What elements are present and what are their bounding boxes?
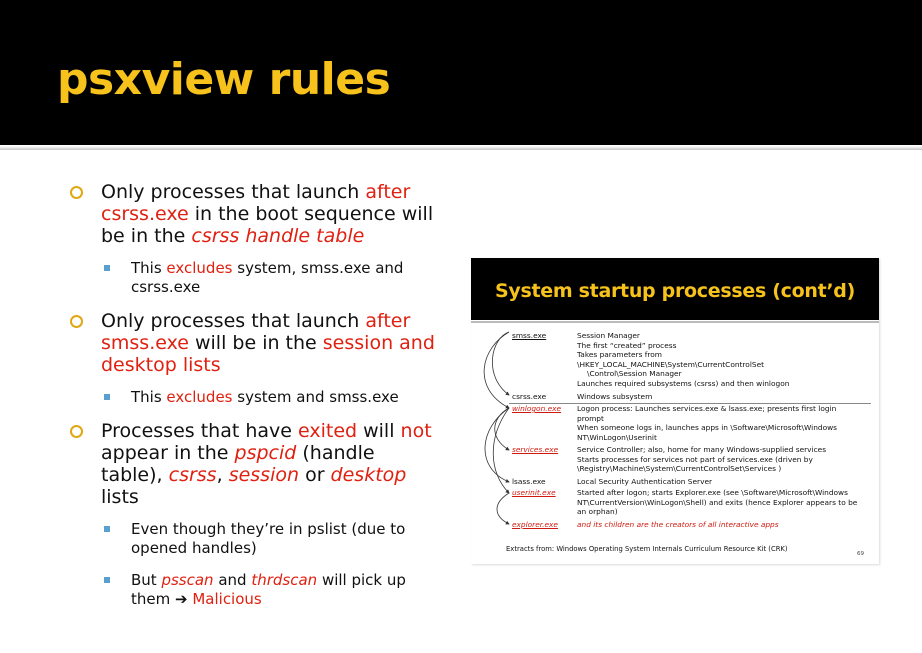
process-name: winlogon.exe <box>512 404 562 413</box>
bullet-csrss: Only processes that launch after csrss.e… <box>70 181 440 247</box>
bullet-text: This <box>131 259 167 277</box>
bullet-exited: Processes that have exited will not appe… <box>70 420 440 508</box>
process-description: Service Controller; also, home for many … <box>577 445 872 474</box>
bullet-highlight: smss.exe <box>101 332 189 354</box>
arrow-right-icon: ➔ <box>175 590 188 608</box>
bullet-highlight: excludes <box>166 388 233 406</box>
bullet-highlight: pspcid <box>234 442 297 464</box>
bullet-highlight: psscan <box>161 571 214 589</box>
process-name: explorer.exe <box>512 520 558 529</box>
process-description: and its children are the creators of all… <box>577 520 872 530</box>
bullet-text: Even though they’re in pslist (due to op… <box>131 520 406 557</box>
description-line: \Control\Session Manager <box>587 369 682 379</box>
process-name: userinit.exe <box>512 488 556 497</box>
process-name: csrss.exe <box>512 392 547 401</box>
description-line: Windows subsystem <box>577 392 653 401</box>
bullet-text: will be in the <box>188 332 323 354</box>
bullet-highlight: session <box>228 464 300 486</box>
description-line: The first “created” process <box>577 340 677 350</box>
bullet-highlight: not <box>400 420 432 442</box>
description-line: Local Security Authentication Server <box>577 477 713 486</box>
bullet-text: But <box>131 571 162 589</box>
description-line: prompt <box>577 413 604 423</box>
bullet-highlight: after <box>365 310 411 332</box>
description-line: Service Controller; also, home for many … <box>577 445 827 454</box>
process-description: Windows subsystem <box>577 392 872 402</box>
bullet-highlight: excludes <box>166 259 233 277</box>
subbullet-pslist: Even though they’re in pslist (due to op… <box>70 520 440 558</box>
square-bullet-icon <box>104 265 110 271</box>
bullet-highlight: csrss.exe <box>101 203 189 225</box>
description-line: and its children are the creators of all… <box>577 520 779 529</box>
title-bar: psxview rules <box>0 0 922 145</box>
ring-bullet-icon <box>70 425 83 438</box>
subbullet-psscan: But psscan and thrdscan will pick up the… <box>70 571 440 609</box>
ring-bullet-icon <box>70 315 83 328</box>
description-line: NT\WinLogon\Userinit <box>577 432 657 442</box>
description-line: Logon process: Launches services.exe & l… <box>577 404 837 413</box>
description-line: an orphan) <box>577 507 618 517</box>
bullet-text: appear in the <box>101 442 235 464</box>
bullet-highlight: Malicious <box>187 590 262 608</box>
subbullet-excludes-2: This excludes system and smss.exe <box>70 388 440 407</box>
process-description: Logon process: Launches services.exe & l… <box>577 404 872 442</box>
bullet-text: or <box>299 464 331 486</box>
bullet-text: Only processes that launch <box>101 310 366 332</box>
title-divider <box>0 146 922 150</box>
process-name: smss.exe <box>512 331 547 340</box>
bullet-text: system and smss.exe <box>232 388 399 406</box>
description-line: Started after logon; starts Explorer.exe… <box>577 488 848 497</box>
slide-title: psxview rules <box>57 54 391 105</box>
bullet-text: This <box>131 388 167 406</box>
bullet-highlight: csrss handle table <box>191 225 365 247</box>
description-line: \HKEY_LOCAL_MACHINE\System\CurrentContro… <box>577 359 765 369</box>
process-description: Started after logon; starts Explorer.exe… <box>577 488 872 517</box>
square-bullet-icon <box>104 526 110 532</box>
bullet-smss: Only processes that launch after smss.ex… <box>70 310 440 376</box>
process-description: Local Security Authentication Server <box>577 477 872 487</box>
bullet-text: and <box>213 571 252 589</box>
description-line: When someone logs in, launches apps in \… <box>577 423 838 433</box>
subbullet-excludes-1: This excludes system, smss.exe and csrss… <box>70 259 440 297</box>
bullet-text: Only processes that launch <box>101 181 366 203</box>
process-name: lsass.exe <box>512 477 546 486</box>
bullet-text: lists <box>101 486 139 508</box>
bullet-highlight: thrdscan <box>251 571 318 589</box>
process-name: services.exe <box>512 445 559 454</box>
description-line: \Registry\Machine\System\CurrentControlS… <box>577 464 782 474</box>
description-line: Launches required subsystems (csrss) and… <box>577 378 790 388</box>
bullet-highlight: desktop <box>330 464 407 486</box>
page-number: 69 <box>857 551 864 557</box>
embedded-slide-image: System startup processes (cont’d) smss.e… <box>471 258 879 564</box>
bullet-highlight: exited <box>298 420 358 442</box>
bullet-text: will <box>357 420 401 442</box>
bullet-highlight: after <box>365 181 411 203</box>
description-line: Session Manager <box>577 331 640 340</box>
square-bullet-icon <box>104 394 110 400</box>
square-bullet-icon <box>104 577 110 583</box>
bullet-text: , <box>216 464 229 486</box>
bullet-text: Processes that have <box>101 420 298 442</box>
description-line: NT\CurrentVersion\WinLogon\Shell) and ex… <box>577 497 858 507</box>
process-description: Session Manager The first “created” proc… <box>577 331 872 389</box>
description-line: Starts processes for services not part o… <box>577 454 813 464</box>
bullet-highlight: csrss <box>168 464 217 486</box>
description-line: Takes parameters from <box>577 350 662 360</box>
bullet-list: Only processes that launch after csrss.e… <box>70 181 440 622</box>
extract-source: Extracts from: Windows Operating System … <box>506 545 788 553</box>
ring-bullet-icon <box>70 186 83 199</box>
